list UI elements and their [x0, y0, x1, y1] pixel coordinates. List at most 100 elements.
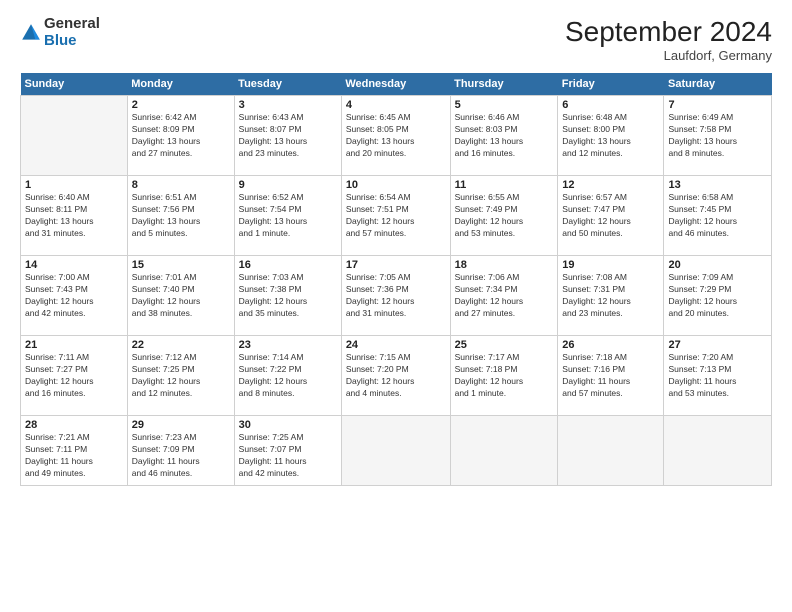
day-number: 10: [346, 179, 446, 191]
calendar-day-cell: 3Sunrise: 6:43 AMSunset: 8:07 PMDaylight…: [234, 96, 341, 176]
day-info: Sunrise: 7:18 AMSunset: 7:16 PMDaylight:…: [562, 352, 659, 400]
logo-general-text: General: [44, 15, 100, 32]
calendar-day-cell: 9Sunrise: 6:52 AMSunset: 7:54 PMDaylight…: [234, 176, 341, 256]
calendar-day-cell: 5Sunrise: 6:46 AMSunset: 8:03 PMDaylight…: [450, 96, 558, 176]
month-title: September 2024: [565, 16, 772, 48]
calendar-day-cell: 11Sunrise: 6:55 AMSunset: 7:49 PMDayligh…: [450, 176, 558, 256]
calendar-day-cell: 1Sunrise: 6:40 AMSunset: 8:11 PMDaylight…: [21, 176, 128, 256]
day-number: 16: [239, 259, 337, 271]
day-info: Sunrise: 7:12 AMSunset: 7:25 PMDaylight:…: [132, 352, 230, 400]
calendar-day-cell: 12Sunrise: 6:57 AMSunset: 7:47 PMDayligh…: [558, 176, 664, 256]
day-info: Sunrise: 6:57 AMSunset: 7:47 PMDaylight:…: [562, 192, 659, 240]
day-number: 5: [455, 99, 554, 111]
day-info: Sunrise: 6:55 AMSunset: 7:49 PMDaylight:…: [455, 192, 554, 240]
day-info: Sunrise: 6:54 AMSunset: 7:51 PMDaylight:…: [346, 192, 446, 240]
col-saturday: Saturday: [664, 73, 772, 96]
day-info: Sunrise: 7:08 AMSunset: 7:31 PMDaylight:…: [562, 272, 659, 320]
day-info: Sunrise: 6:40 AMSunset: 8:11 PMDaylight:…: [25, 192, 123, 240]
day-info: Sunrise: 7:17 AMSunset: 7:18 PMDaylight:…: [455, 352, 554, 400]
day-number: 20: [668, 259, 767, 271]
calendar-day-cell: [450, 416, 558, 486]
day-number: 23: [239, 339, 337, 351]
calendar-day-cell: 28Sunrise: 7:21 AMSunset: 7:11 PMDayligh…: [21, 416, 128, 486]
col-monday: Monday: [127, 73, 234, 96]
day-info: Sunrise: 6:42 AMSunset: 8:09 PMDaylight:…: [132, 112, 230, 160]
day-number: 9: [239, 179, 337, 191]
calendar-day-cell: [664, 416, 772, 486]
day-info: Sunrise: 7:20 AMSunset: 7:13 PMDaylight:…: [668, 352, 767, 400]
col-tuesday: Tuesday: [234, 73, 341, 96]
day-info: Sunrise: 7:14 AMSunset: 7:22 PMDaylight:…: [239, 352, 337, 400]
calendar-day-cell: 7Sunrise: 6:49 AMSunset: 7:58 PMDaylight…: [664, 96, 772, 176]
day-info: Sunrise: 6:49 AMSunset: 7:58 PMDaylight:…: [668, 112, 767, 160]
logo-blue-text: Blue: [44, 32, 77, 49]
calendar-header-row: Sunday Monday Tuesday Wednesday Thursday…: [21, 73, 772, 96]
day-info: Sunrise: 7:06 AMSunset: 7:34 PMDaylight:…: [455, 272, 554, 320]
logo: General Blue: [20, 16, 100, 49]
day-info: Sunrise: 6:45 AMSunset: 8:05 PMDaylight:…: [346, 112, 446, 160]
day-number: 8: [132, 179, 230, 191]
calendar-day-cell: 13Sunrise: 6:58 AMSunset: 7:45 PMDayligh…: [664, 176, 772, 256]
day-number: 24: [346, 339, 446, 351]
day-number: 13: [668, 179, 767, 191]
calendar-day-cell: 15Sunrise: 7:01 AMSunset: 7:40 PMDayligh…: [127, 256, 234, 336]
day-info: Sunrise: 7:03 AMSunset: 7:38 PMDaylight:…: [239, 272, 337, 320]
logo-icon: [20, 22, 42, 44]
day-info: Sunrise: 7:11 AMSunset: 7:27 PMDaylight:…: [25, 352, 123, 400]
calendar-day-cell: 24Sunrise: 7:15 AMSunset: 7:20 PMDayligh…: [341, 336, 450, 416]
calendar-week-row: 28Sunrise: 7:21 AMSunset: 7:11 PMDayligh…: [21, 416, 772, 486]
calendar-day-cell: 26Sunrise: 7:18 AMSunset: 7:16 PMDayligh…: [558, 336, 664, 416]
calendar-day-cell: [21, 96, 128, 176]
day-number: 4: [346, 99, 446, 111]
calendar-day-cell: 18Sunrise: 7:06 AMSunset: 7:34 PMDayligh…: [450, 256, 558, 336]
day-info: Sunrise: 7:21 AMSunset: 7:11 PMDaylight:…: [25, 432, 123, 480]
day-info: Sunrise: 6:43 AMSunset: 8:07 PMDaylight:…: [239, 112, 337, 160]
day-info: Sunrise: 7:23 AMSunset: 7:09 PMDaylight:…: [132, 432, 230, 480]
calendar-day-cell: 14Sunrise: 7:00 AMSunset: 7:43 PMDayligh…: [21, 256, 128, 336]
calendar-week-row: 14Sunrise: 7:00 AMSunset: 7:43 PMDayligh…: [21, 256, 772, 336]
day-number: 14: [25, 259, 123, 271]
day-number: 15: [132, 259, 230, 271]
day-info: Sunrise: 7:09 AMSunset: 7:29 PMDaylight:…: [668, 272, 767, 320]
day-number: 11: [455, 179, 554, 191]
calendar-day-cell: 21Sunrise: 7:11 AMSunset: 7:27 PMDayligh…: [21, 336, 128, 416]
day-number: 7: [668, 99, 767, 111]
day-number: 6: [562, 99, 659, 111]
calendar-day-cell: 27Sunrise: 7:20 AMSunset: 7:13 PMDayligh…: [664, 336, 772, 416]
day-number: 22: [132, 339, 230, 351]
calendar-day-cell: 22Sunrise: 7:12 AMSunset: 7:25 PMDayligh…: [127, 336, 234, 416]
calendar-day-cell: 25Sunrise: 7:17 AMSunset: 7:18 PMDayligh…: [450, 336, 558, 416]
location: Laufdorf, Germany: [565, 48, 772, 63]
day-number: 26: [562, 339, 659, 351]
day-info: Sunrise: 6:46 AMSunset: 8:03 PMDaylight:…: [455, 112, 554, 160]
day-number: 30: [239, 419, 337, 431]
day-info: Sunrise: 7:25 AMSunset: 7:07 PMDaylight:…: [239, 432, 337, 480]
calendar-day-cell: 17Sunrise: 7:05 AMSunset: 7:36 PMDayligh…: [341, 256, 450, 336]
calendar-day-cell: 4Sunrise: 6:45 AMSunset: 8:05 PMDaylight…: [341, 96, 450, 176]
calendar-day-cell: 6Sunrise: 6:48 AMSunset: 8:00 PMDaylight…: [558, 96, 664, 176]
day-info: Sunrise: 7:01 AMSunset: 7:40 PMDaylight:…: [132, 272, 230, 320]
day-info: Sunrise: 7:15 AMSunset: 7:20 PMDaylight:…: [346, 352, 446, 400]
calendar-week-row: 1Sunrise: 6:40 AMSunset: 8:11 PMDaylight…: [21, 176, 772, 256]
title-block: September 2024 Laufdorf, Germany: [565, 16, 772, 63]
col-sunday: Sunday: [21, 73, 128, 96]
day-number: 29: [132, 419, 230, 431]
col-friday: Friday: [558, 73, 664, 96]
day-number: 28: [25, 419, 123, 431]
calendar-day-cell: [558, 416, 664, 486]
header: General Blue September 2024 Laufdorf, Ge…: [20, 16, 772, 63]
page: General Blue September 2024 Laufdorf, Ge…: [0, 0, 792, 612]
calendar-table: Sunday Monday Tuesday Wednesday Thursday…: [20, 73, 772, 486]
calendar-day-cell: 30Sunrise: 7:25 AMSunset: 7:07 PMDayligh…: [234, 416, 341, 486]
col-thursday: Thursday: [450, 73, 558, 96]
calendar-day-cell: 10Sunrise: 6:54 AMSunset: 7:51 PMDayligh…: [341, 176, 450, 256]
calendar-day-cell: 2Sunrise: 6:42 AMSunset: 8:09 PMDaylight…: [127, 96, 234, 176]
day-info: Sunrise: 6:58 AMSunset: 7:45 PMDaylight:…: [668, 192, 767, 240]
day-number: 18: [455, 259, 554, 271]
day-info: Sunrise: 6:52 AMSunset: 7:54 PMDaylight:…: [239, 192, 337, 240]
day-number: 12: [562, 179, 659, 191]
day-number: 2: [132, 99, 230, 111]
day-number: 27: [668, 339, 767, 351]
calendar-week-row: 2Sunrise: 6:42 AMSunset: 8:09 PMDaylight…: [21, 96, 772, 176]
col-wednesday: Wednesday: [341, 73, 450, 96]
